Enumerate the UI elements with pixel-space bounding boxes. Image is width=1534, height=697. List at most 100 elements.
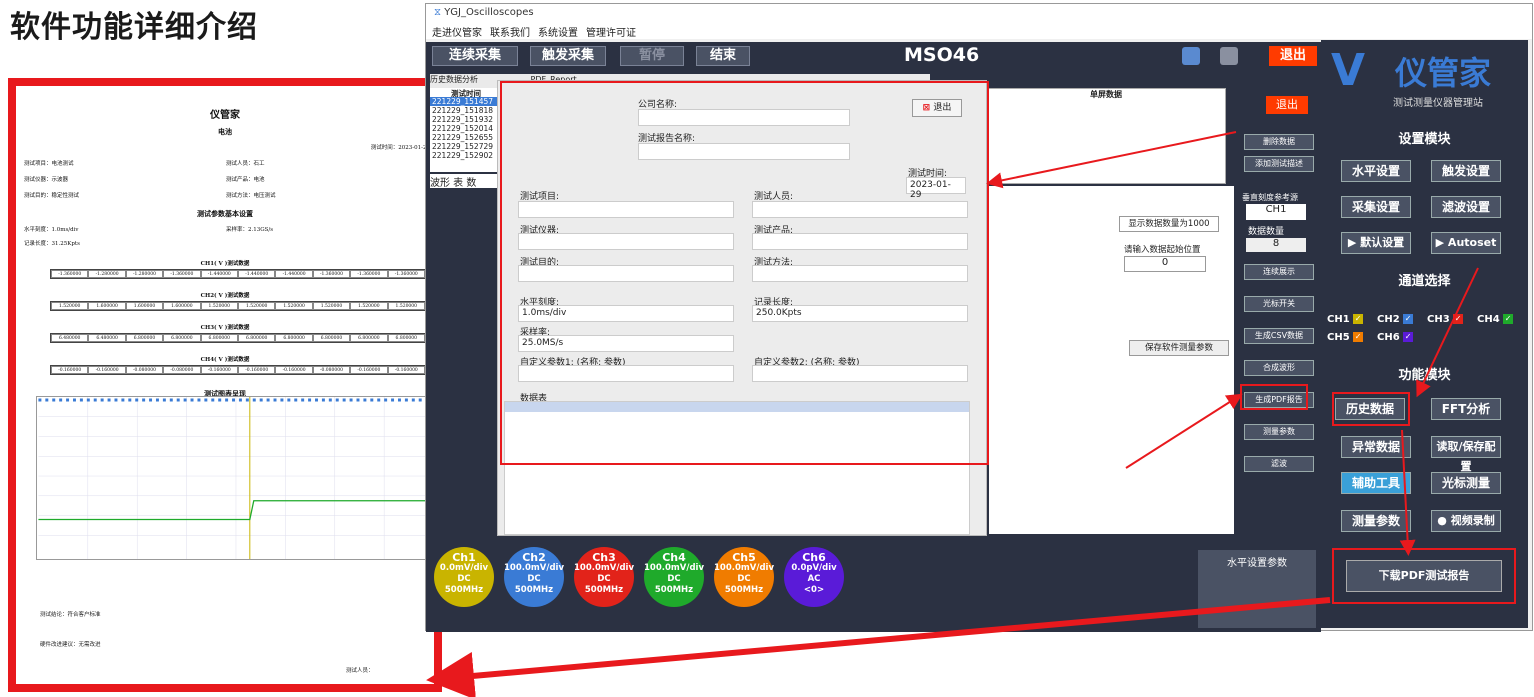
table-cell: 6.800000 — [350, 334, 388, 342]
tab-history[interactable]: 历史数据分析 — [430, 75, 478, 84]
ch2-checkbox[interactable]: CH2 ✓ — [1377, 314, 1414, 325]
cursor-measure-button[interactable]: 光标测量 — [1431, 472, 1501, 494]
list-item[interactable]: 221229_152014 — [430, 124, 500, 133]
table-cell: 6.480000 — [88, 334, 126, 342]
filter-settings-button[interactable]: 滤波设置 — [1431, 196, 1501, 218]
fft-analysis-button[interactable]: FFT分析 — [1431, 398, 1501, 420]
channel-bandwidth: 500MHz — [514, 585, 554, 595]
ch1-checkbox[interactable]: CH1 ✓ — [1327, 314, 1364, 325]
ch4-checkbox[interactable]: CH4 ✓ — [1477, 314, 1514, 325]
window-title: ⧖ YGJ_Oscilloscopes — [426, 4, 1532, 22]
list-item[interactable]: 221229_152902 — [430, 151, 500, 160]
channel-ch1-indicator[interactable]: Ch1 0.0mV/div DC 500MHz — [434, 547, 494, 607]
ch5-checkbox[interactable]: CH5 ✓ — [1327, 332, 1364, 343]
table-cell: 1.520000 — [200, 302, 238, 310]
window-title-text: YGJ_Oscilloscopes — [444, 7, 534, 18]
channel-scale: 100.0mV/div — [644, 563, 704, 573]
menu-settings[interactable]: 系统设置 — [538, 28, 578, 39]
channel-ch3-indicator[interactable]: Ch3 100.0mV/div DC 500MHz — [574, 547, 634, 607]
table-cell: 1.520000 — [51, 302, 89, 310]
generate-csv-button[interactable]: 生成CSV数据 — [1244, 328, 1314, 344]
pdf-signature: 测试人员： — [346, 668, 374, 674]
table-cell: 6.800000 — [238, 334, 276, 342]
table-cell: 6.800000 — [200, 334, 238, 342]
menu-bar: 走进仪管家 联系我们 系统设置 管理许可证 — [426, 22, 1532, 39]
table-cell: -0.160000 — [275, 366, 313, 374]
refresh-icon[interactable] — [1182, 47, 1200, 65]
menu-license[interactable]: 管理许可证 — [586, 28, 636, 39]
cursor-toggle-button[interactable]: 光标开关 — [1244, 296, 1314, 312]
channel-scale: 100.0mV/div — [504, 563, 564, 573]
trigger-settings-button[interactable]: 触发设置 — [1431, 160, 1501, 182]
pdf-title: 仪管家 — [210, 110, 240, 121]
table-cell: -0.160000 — [238, 366, 276, 374]
table-cell: 1.520000 — [238, 302, 276, 310]
channel-name: Ch2 — [522, 551, 546, 564]
pdf-method: 测试方法：电压测试 — [226, 193, 276, 199]
ch3-checkbox[interactable]: CH3 ✓ — [1427, 314, 1464, 325]
continuous-display-button[interactable]: 连续展示 — [1244, 264, 1314, 280]
settings-gear-icon[interactable] — [1220, 47, 1238, 65]
filter-button[interactable]: 滤波 — [1244, 456, 1314, 472]
table-cell: 6.800000 — [125, 334, 164, 342]
model-label: MSO46 — [904, 44, 980, 66]
start-position-input[interactable]: 0 — [1124, 256, 1206, 272]
pdf-subtitle: 电池 — [218, 127, 232, 136]
show-1000-button[interactable]: 显示数据数量为1000 — [1119, 216, 1219, 232]
channel-ch4-indicator[interactable]: Ch4 100.0mV/div DC 500MHz — [644, 547, 704, 607]
channel-bandwidth: 500MHz — [724, 585, 764, 595]
add-description-button[interactable]: 添加测试描述 — [1244, 156, 1314, 172]
logo-text: 仪管家 — [1395, 54, 1492, 92]
measure-params-side-button[interactable]: 测量参数 — [1341, 510, 1411, 532]
table-cell: -1.440000 — [200, 270, 238, 278]
abnormal-data-button[interactable]: 异常数据 — [1341, 436, 1411, 458]
data-count-value: 8 — [1246, 238, 1306, 252]
menu-contact[interactable]: 联系我们 — [490, 28, 530, 39]
list-item[interactable]: 221229_152655 — [430, 133, 500, 142]
list-item[interactable]: 221229_151457 — [430, 97, 500, 106]
measure-params-button[interactable]: 测量参数 — [1244, 424, 1314, 440]
delete-data-button[interactable]: 删除数据 — [1244, 134, 1314, 150]
autoset-button[interactable]: ▶ Autoset — [1431, 232, 1501, 254]
aux-tools-button[interactable]: 辅助工具 — [1341, 472, 1411, 494]
list-item[interactable]: 221229_152729 — [430, 142, 500, 151]
video-record-button[interactable]: ● 视频录制 — [1431, 510, 1501, 532]
acquire-settings-button[interactable]: 采集设置 — [1341, 196, 1411, 218]
channel-name: Ch1 — [452, 551, 476, 564]
channel-ch2-indicator[interactable]: Ch2 100.0mV/div DC 500MHz — [504, 547, 564, 607]
table-cell: -1.440000 — [275, 270, 313, 278]
save-measure-params-button[interactable]: 保存软件测量参数 — [1129, 340, 1229, 356]
trigger-acquire-button[interactable]: 触发采集 — [530, 46, 606, 66]
view-tabs[interactable]: 波形 表 数 — [430, 174, 500, 189]
pdf-rate: 采样率：2.13GS/s — [226, 227, 274, 233]
dialog-highlight — [500, 81, 989, 465]
exit-button[interactable]: 退出 — [1269, 46, 1317, 66]
channel-coupling: DC — [667, 574, 681, 584]
list-item[interactable]: 221229_151818 — [430, 106, 500, 115]
horizontal-settings-button[interactable]: 水平设置 — [1341, 160, 1411, 182]
pdf-ch1-table: -1.360000 -1.280000 -1.280000 -1.360000 -1.4… — [50, 269, 426, 279]
merge-waveform-button[interactable]: 合成波形 — [1244, 360, 1314, 376]
list-item[interactable]: 221229_151932 — [430, 115, 500, 124]
pause-button[interactable]: 暂停 — [620, 46, 684, 66]
horizontal-settings-panel: 水平设置参数 — [1198, 550, 1316, 628]
channel-ch5-indicator[interactable]: Ch5 100.0mV/div DC 500MHz — [714, 547, 774, 607]
default-settings-button[interactable]: ▶ 默认设置 — [1341, 232, 1411, 254]
function-module-header: 功能模块 — [1398, 368, 1451, 383]
continuous-acquire-button[interactable]: 连续采集 — [432, 46, 518, 66]
menu-about[interactable]: 走进仪管家 — [432, 28, 482, 39]
table-cell: 6.480000 — [51, 334, 89, 342]
logo-subtitle: 测试测量仪器管理站 — [1393, 98, 1483, 109]
channel-name: Ch6 — [802, 551, 826, 564]
table-cell: -0.160000 — [51, 366, 89, 374]
channel-name: Ch3 — [592, 551, 616, 564]
ref-source-select[interactable]: CH1 — [1246, 204, 1306, 220]
pdf-ch1-title: CH1( V )测试数据 — [200, 261, 250, 267]
pdf-rlen: 记录长度：31.25Kpts — [24, 241, 80, 247]
end-button[interactable]: 结束 — [696, 46, 750, 66]
ch6-checkbox[interactable]: CH6 ✓ — [1377, 332, 1414, 343]
channel-ch6-indicator[interactable]: Ch6 0.0pV/div AC <0> — [784, 547, 844, 607]
read-save-config-button[interactable]: 读取/保存配置 — [1431, 436, 1501, 473]
pdf-purpose: 测试目的：稳定性测试 — [24, 193, 80, 199]
table-cell: -1.360000 — [51, 270, 89, 278]
